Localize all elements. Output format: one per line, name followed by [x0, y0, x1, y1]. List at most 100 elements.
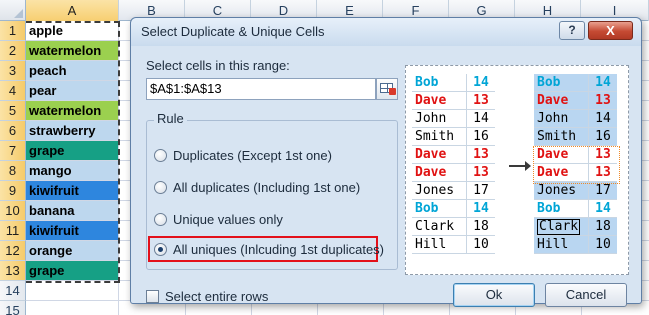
- preview-name-cell: Dave: [412, 92, 467, 110]
- preview-value-cell: 14: [467, 200, 495, 218]
- column-header-a[interactable]: A: [26, 0, 119, 21]
- cell-a9[interactable]: kiwifruit: [26, 181, 119, 201]
- checkbox-icon[interactable]: [146, 290, 159, 303]
- rule-label: Rule: [154, 111, 187, 126]
- preview-row: Bob 14: [534, 74, 617, 92]
- preview-row: John 14: [534, 110, 617, 128]
- cell-a6[interactable]: strawberry: [26, 121, 119, 141]
- row-header[interactable]: 15: [0, 301, 26, 315]
- range-picker-button[interactable]: [376, 78, 398, 100]
- preview-value-cell: 14: [589, 200, 617, 218]
- preview-value-cell: 13: [589, 146, 617, 164]
- preview-name-text: Jones: [537, 183, 577, 198]
- preview-value-cell: 16: [589, 128, 617, 146]
- preview-row: Bob 14: [534, 200, 617, 218]
- preview-name-cell: Dave: [412, 164, 467, 182]
- preview-name-cell: Dave: [534, 146, 589, 164]
- preview-row: Bob 14: [412, 74, 495, 92]
- preview-row: Dave 13: [534, 164, 617, 182]
- preview-value-cell: 14: [589, 110, 617, 128]
- option-duplicates-except-first[interactable]: Duplicates (Except 1st one): [154, 145, 332, 165]
- option-label: All uniques (Inlcuding 1st duplicates): [173, 241, 385, 257]
- row-header[interactable]: 11: [0, 221, 26, 241]
- preview-name-cell: John: [412, 110, 467, 128]
- cell-a10[interactable]: banana: [26, 201, 119, 221]
- row-header[interactable]: 9: [0, 181, 26, 201]
- ok-button[interactable]: Ok: [453, 283, 535, 307]
- cell-a12[interactable]: orange: [26, 241, 119, 261]
- cell-a3[interactable]: peach: [26, 61, 119, 81]
- example-preview: Bob 14 Dave 13 John 14 Smith 16 Dave 13 Dave 13 Jone…: [405, 65, 629, 275]
- row-header[interactable]: 13: [0, 261, 26, 281]
- preview-name-text: Dave: [415, 165, 447, 180]
- cell-a13[interactable]: grape: [26, 261, 119, 281]
- preview-value-cell: 14: [589, 74, 617, 92]
- cell-a11[interactable]: kiwifruit: [26, 221, 119, 241]
- close-button[interactable]: X: [588, 21, 633, 40]
- cell-a5[interactable]: watermelon: [26, 101, 119, 121]
- preview-name-cell: Dave: [534, 164, 589, 182]
- preview-value-cell: 14: [467, 110, 495, 128]
- row-header[interactable]: 5: [0, 101, 26, 121]
- help-button[interactable]: ?: [559, 21, 585, 40]
- cell-a7[interactable]: grape: [26, 141, 119, 161]
- option-label: Duplicates (Except 1st one): [173, 147, 332, 163]
- row-header[interactable]: 4: [0, 81, 26, 101]
- row-header[interactable]: 3: [0, 61, 26, 81]
- preview-after-table: Bob 14 Dave 13 John 14 Smith 16 Dave 13 Dave 13 Jone…: [534, 74, 617, 254]
- preview-name-text: Hill: [415, 237, 447, 252]
- radio-icon[interactable]: [154, 180, 167, 194]
- cell-a14[interactable]: [26, 281, 119, 301]
- option-unique-values-only[interactable]: Unique values only: [154, 209, 283, 229]
- select-entire-rows-option[interactable]: Select entire rows: [146, 289, 268, 304]
- row-header[interactable]: 12: [0, 241, 26, 261]
- preview-row: Clark 18: [412, 218, 495, 236]
- row-header[interactable]: 10: [0, 201, 26, 221]
- preview-name-cell: Jones: [412, 182, 467, 200]
- preview-name-cell: Clark: [534, 218, 589, 236]
- preview-name-cell: Clark: [412, 218, 467, 236]
- preview-row: Smith 16: [534, 128, 617, 146]
- option-all-duplicates[interactable]: All duplicates (Including 1st one): [154, 177, 360, 197]
- cell-a15[interactable]: [26, 301, 119, 315]
- radio-icon[interactable]: [154, 212, 167, 226]
- cell-a2[interactable]: watermelon: [26, 41, 119, 61]
- cell-a8[interactable]: mango: [26, 161, 119, 181]
- preview-value-cell: 17: [467, 182, 495, 200]
- range-select-arrow-icon: [389, 88, 396, 95]
- preview-row: Dave 13: [412, 164, 495, 182]
- radio-checked-icon[interactable]: [154, 242, 167, 256]
- select-all-corner[interactable]: [0, 0, 26, 21]
- preview-row: Dave 13: [412, 92, 495, 110]
- preview-before-table: Bob 14 Dave 13 John 14 Smith 16 Dave 13 Dave 13 Jone…: [412, 74, 495, 254]
- preview-value-cell: 18: [467, 218, 495, 236]
- row-header[interactable]: 8: [0, 161, 26, 181]
- preview-row: Dave 13: [412, 146, 495, 164]
- preview-row: Jones 17: [534, 182, 617, 200]
- preview-value-cell: 17: [589, 182, 617, 200]
- preview-value-cell: 13: [589, 164, 617, 182]
- preview-name-text: Dave: [537, 165, 569, 180]
- preview-row: John 14: [412, 110, 495, 128]
- row-header[interactable]: 7: [0, 141, 26, 161]
- preview-name-text: Dave: [415, 147, 447, 162]
- preview-value-cell: 13: [467, 164, 495, 182]
- cancel-button[interactable]: Cancel: [545, 283, 627, 307]
- preview-row: Smith 16: [412, 128, 495, 146]
- cell-a4[interactable]: pear: [26, 81, 119, 101]
- preview-name-text: Smith: [415, 129, 455, 144]
- preview-name-text: Bob: [415, 201, 439, 216]
- select-entire-rows-label: Select entire rows: [165, 289, 269, 304]
- preview-name-text: Dave: [415, 93, 447, 108]
- dialog-titlebar[interactable]: Select Duplicate & Unique Cells ? X: [131, 18, 641, 46]
- range-input[interactable]: $A$1:$A$13: [146, 78, 376, 100]
- row-header[interactable]: 14: [0, 281, 26, 301]
- preview-name-cell: Bob: [412, 200, 467, 218]
- row-header[interactable]: 2: [0, 41, 26, 61]
- preview-name-text: Bob: [537, 75, 561, 90]
- row-header[interactable]: 6: [0, 121, 26, 141]
- radio-icon[interactable]: [154, 148, 167, 162]
- cell-a1[interactable]: apple: [26, 21, 119, 41]
- row-header[interactable]: 1: [0, 21, 26, 41]
- option-all-uniques[interactable]: All uniques (Inlcuding 1st duplicates): [154, 239, 384, 259]
